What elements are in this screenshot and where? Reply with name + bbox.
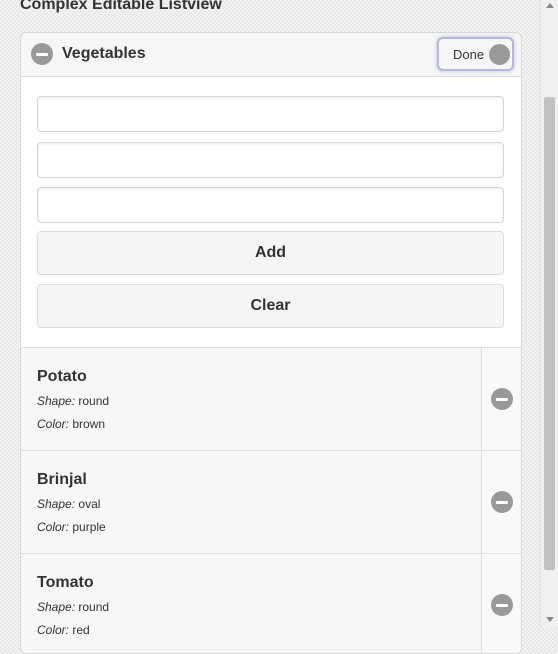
item-title: Brinjal: [37, 471, 87, 488]
add-item-form: Add Clear: [21, 77, 521, 347]
item-color: Color: brown: [37, 417, 105, 431]
shape-input[interactable]: [37, 142, 504, 178]
item-shape: Shape: round: [37, 394, 109, 408]
scroll-down-arrow-icon[interactable]: [546, 617, 554, 622]
item-shape: Shape: round: [37, 600, 109, 614]
collapsible-panel: Vegetables Done Add Clear Potato Shape: …: [20, 32, 522, 654]
clear-button[interactable]: Clear: [37, 284, 504, 328]
delete-button[interactable]: [481, 451, 521, 553]
color-value: purple: [72, 520, 106, 534]
item-title: Potato: [37, 368, 87, 385]
color-label: Color:: [37, 623, 70, 637]
delete-icon: [491, 594, 513, 616]
vertical-scrollbar[interactable]: [540, 0, 558, 628]
done-label: Done: [453, 47, 485, 62]
done-circle-icon: [489, 44, 510, 65]
list-item-body[interactable]: Brinjal Shape: oval Color: purple: [21, 451, 481, 553]
shape-value: oval: [78, 497, 101, 511]
name-input[interactable]: [37, 96, 504, 132]
shape-value: round: [78, 394, 110, 408]
delete-button[interactable]: [481, 348, 521, 450]
shape-label: Shape:: [37, 497, 76, 511]
done-button[interactable]: Done: [437, 37, 514, 71]
color-value: red: [72, 623, 90, 637]
list-item: Tomato Shape: round Color: red: [21, 553, 521, 653]
shape-value: round: [78, 600, 110, 614]
delete-icon: [491, 491, 513, 513]
shape-label: Shape:: [37, 394, 76, 408]
list-item-body[interactable]: Potato Shape: round Color: brown: [21, 348, 481, 450]
list-item: Potato Shape: round Color: brown: [21, 347, 521, 450]
add-button[interactable]: Add: [37, 231, 504, 275]
color-value: brown: [72, 417, 106, 431]
color-label: Color:: [37, 417, 70, 431]
list-item-body[interactable]: Tomato Shape: round Color: red: [21, 554, 481, 653]
panel-title: Vegetables: [62, 45, 146, 62]
item-color: Color: purple: [37, 520, 106, 534]
collapse-icon[interactable]: [31, 43, 53, 65]
delete-icon: [491, 388, 513, 410]
scroll-up-arrow-icon[interactable]: [546, 3, 554, 8]
item-title: Tomato: [37, 574, 94, 591]
item-shape: Shape: oval: [37, 497, 100, 511]
panel-header[interactable]: Vegetables Done: [21, 33, 521, 77]
vegetable-list: Potato Shape: round Color: brown Brinjal…: [21, 347, 521, 653]
shape-label: Shape:: [37, 600, 76, 614]
list-item: Brinjal Shape: oval Color: purple: [21, 450, 521, 553]
delete-button[interactable]: [481, 554, 521, 653]
item-color: Color: red: [37, 623, 90, 637]
scroll-thumb[interactable]: [544, 97, 555, 570]
color-input[interactable]: [37, 187, 504, 223]
color-label: Color:: [37, 520, 70, 534]
page-title: Complex Editable Listview: [20, 0, 222, 13]
